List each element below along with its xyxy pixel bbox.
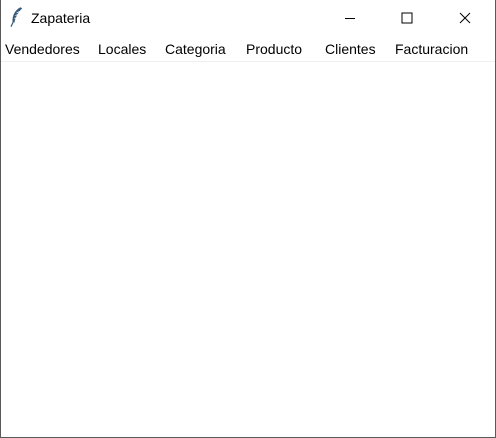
menu-categoria[interactable]: Categoria (165, 40, 226, 58)
menu-bar: Vendedores Locales Categoria Producto Cl… (1, 36, 495, 62)
minimize-button[interactable] (327, 0, 373, 36)
app-window: Zapateria Vendedores Locales Categoria P… (0, 0, 496, 438)
maximize-button[interactable] (384, 0, 430, 36)
menu-vendedores[interactable]: Vendedores (5, 40, 80, 58)
client-area[interactable] (1, 62, 495, 437)
close-button[interactable] (442, 0, 488, 36)
menu-locales[interactable]: Locales (98, 40, 146, 58)
title-bar[interactable]: Zapateria (1, 0, 495, 36)
window-title: Zapateria (31, 10, 91, 26)
menu-facturacion[interactable]: Facturacion (395, 40, 468, 58)
feather-icon (10, 7, 23, 28)
minimize-icon (345, 18, 355, 19)
menu-producto[interactable]: Producto (246, 40, 302, 58)
maximize-icon (401, 12, 413, 24)
close-icon (459, 12, 471, 24)
menu-clientes[interactable]: Clientes (325, 40, 376, 58)
